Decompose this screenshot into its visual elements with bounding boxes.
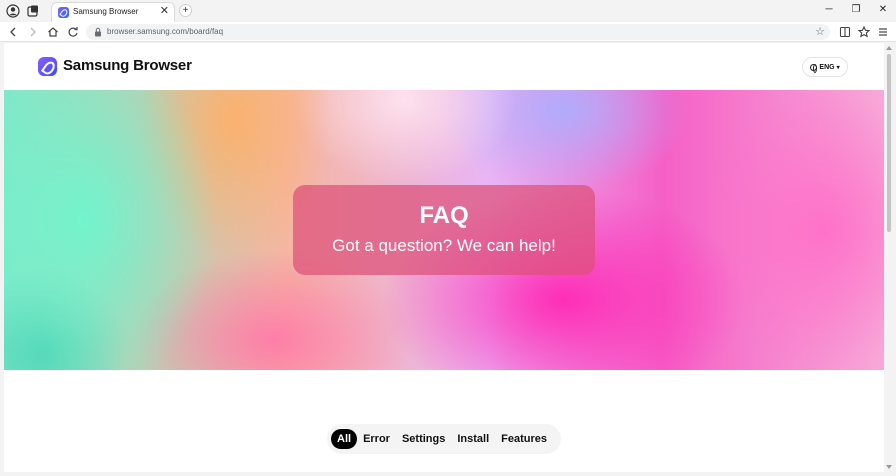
new-tab-button[interactable]: + bbox=[179, 4, 192, 17]
navigation-bar: browser.samsung.com/board/faq ☆ bbox=[0, 22, 896, 42]
split-screen-icon[interactable] bbox=[838, 25, 852, 39]
browser-tab[interactable]: Samsung Browser ✕ bbox=[51, 2, 175, 22]
person-circle-icon[interactable] bbox=[6, 4, 20, 18]
hero-banner: FAQ Got a question? We can help! bbox=[4, 90, 884, 370]
close-window-button[interactable]: ✕ bbox=[876, 3, 890, 17]
faq-category-filter: All Error Settings Install Features bbox=[327, 424, 561, 454]
language-label: ENG bbox=[819, 63, 835, 71]
tab-actions-icon[interactable] bbox=[26, 4, 40, 18]
site-header: Samsung Browser ENG ▾ bbox=[4, 43, 884, 90]
filter-settings[interactable]: Settings bbox=[396, 429, 451, 449]
favorites-star-icon[interactable] bbox=[857, 25, 871, 39]
reload-icon[interactable] bbox=[66, 25, 80, 39]
chevron-down-icon: ▾ bbox=[836, 64, 840, 71]
minimize-button[interactable]: ─ bbox=[822, 3, 836, 17]
url-text: browser.samsung.com/board/faq bbox=[107, 27, 224, 36]
scroll-thumb[interactable] bbox=[887, 54, 891, 232]
site-logo-text[interactable]: Samsung Browser bbox=[63, 57, 192, 74]
filter-install[interactable]: Install bbox=[451, 429, 495, 449]
globe-icon bbox=[810, 63, 818, 73]
page-subtitle: Got a question? We can help! bbox=[332, 236, 556, 255]
page-scrollbar[interactable] bbox=[885, 43, 893, 472]
samsung-browser-favicon bbox=[58, 7, 69, 18]
scroll-up-icon[interactable] bbox=[886, 46, 892, 50]
filter-all[interactable]: All bbox=[331, 429, 358, 449]
scroll-down-icon[interactable] bbox=[886, 465, 892, 469]
filter-error[interactable]: Error bbox=[357, 429, 396, 449]
page-title: FAQ bbox=[419, 202, 469, 229]
arrow-left-icon[interactable] bbox=[6, 25, 20, 39]
tab-bar: Samsung Browser ✕ + ─ ❐ ✕ bbox=[0, 0, 896, 22]
arrow-right-icon[interactable] bbox=[26, 25, 40, 39]
restore-button[interactable]: ❐ bbox=[849, 3, 863, 17]
filter-features[interactable]: Features bbox=[495, 429, 553, 449]
samsung-browser-logo-icon[interactable] bbox=[38, 57, 57, 76]
hamburger-menu-icon[interactable] bbox=[876, 25, 890, 39]
faq-heading-card: FAQ Got a question? We can help! bbox=[293, 185, 595, 275]
star-icon[interactable]: ☆ bbox=[815, 25, 825, 38]
close-tab-icon[interactable]: ✕ bbox=[160, 5, 169, 17]
home-icon[interactable] bbox=[46, 25, 60, 39]
page-viewport: Samsung Browser ENG ▾ FAQ Got a question… bbox=[4, 43, 884, 472]
lock-icon[interactable] bbox=[94, 27, 102, 37]
tab-title: Samsung Browser bbox=[73, 7, 139, 16]
address-bar[interactable]: browser.samsung.com/board/faq ☆ bbox=[86, 24, 830, 40]
language-selector[interactable]: ENG ▾ bbox=[802, 57, 848, 77]
